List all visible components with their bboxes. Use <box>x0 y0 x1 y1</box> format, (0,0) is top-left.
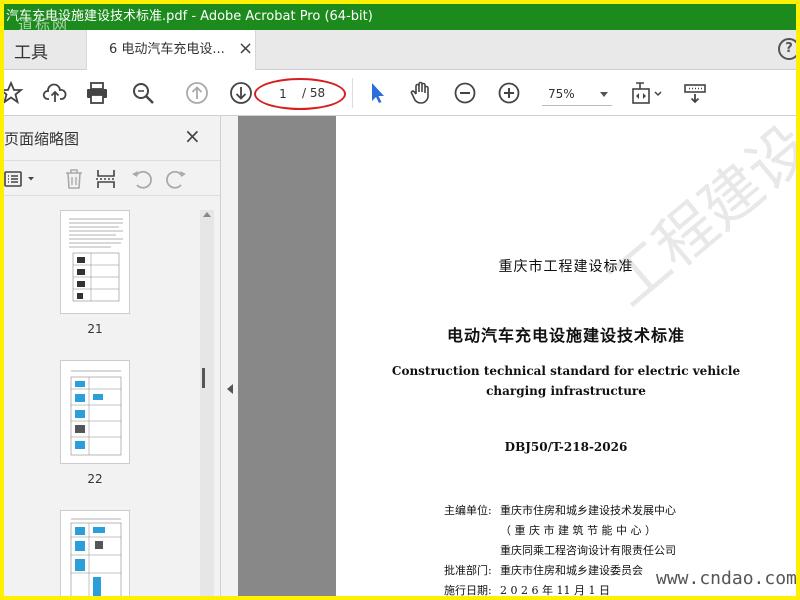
bookmark-star-icon[interactable] <box>4 80 24 106</box>
page-thumbnail[interactable] <box>60 210 130 314</box>
next-page-icon[interactable] <box>228 80 254 106</box>
keyboard-tool-icon[interactable] <box>682 80 708 106</box>
title-chinese: 电动汽车充电设施建设技术标准 <box>446 326 685 345</box>
zoom-out-icon[interactable] <box>452 80 478 106</box>
thumbnail-list: 21 22 <box>4 206 200 596</box>
tab-close-icon[interactable]: × <box>238 40 253 58</box>
print-icon[interactable] <box>84 80 110 106</box>
chevron-down-icon <box>600 92 608 97</box>
toolbar: / 58 75% <box>4 70 796 116</box>
upload-cloud-icon[interactable] <box>42 80 68 106</box>
delete-trash-icon[interactable] <box>62 167 86 191</box>
info-value: 重庆市住房和城乡建设委员会 <box>500 564 643 577</box>
info-label: 施行日期: <box>444 584 492 596</box>
options-menu-icon[interactable] <box>4 167 38 191</box>
thumbnail-panel: 页面缩略图 × 21 22 <box>4 116 220 596</box>
app-window: 汽车充电设施建设技术标准.pdf - Adobe Acrobat Pro (64… <box>4 4 796 596</box>
zoom-value: 75% <box>548 87 575 101</box>
search-zoom-icon[interactable] <box>130 80 156 106</box>
info-value: （ 重 庆 市 建 筑 节 能 中 心 ） <box>500 524 656 537</box>
help-icon[interactable]: ? <box>778 38 796 60</box>
rotate-left-icon[interactable] <box>130 167 154 191</box>
collapse-arrow-icon[interactable] <box>227 384 233 394</box>
prev-page-icon[interactable] <box>184 80 210 106</box>
page-fit-icon[interactable] <box>630 80 666 106</box>
panel-splitter[interactable] <box>220 116 238 596</box>
thumbnail-label: 22 <box>87 472 103 486</box>
info-value: 重庆市住房和城乡建设技术发展中心 <box>500 504 676 517</box>
site-url-watermark: www.cndao.com <box>656 568 797 589</box>
page-watermark: 工程建设 <box>594 116 796 321</box>
info-label: 批准部门: <box>444 564 492 577</box>
zoom-in-icon[interactable] <box>496 80 522 106</box>
tab-tools[interactable]: 工具 <box>14 38 48 63</box>
panel-close-icon[interactable]: × <box>184 124 201 148</box>
rotate-right-icon[interactable] <box>164 167 188 191</box>
panel-title: 页面缩略图 <box>4 130 80 148</box>
info-value: 2 0 2 6 年 11 月 1 日 <box>500 584 610 596</box>
title-bar: 汽车充电设施建设技术标准.pdf - Adobe Acrobat Pro (64… <box>4 4 796 30</box>
document-view[interactable]: 工程建设 重庆市工程建设标准 电动汽车充电设施建设技术标准 Constructi… <box>238 116 796 596</box>
thumbnail-label: 21 <box>87 322 103 336</box>
standard-organization: 重庆市工程建设标准 <box>498 259 634 275</box>
info-label: 主编单位: <box>444 504 492 517</box>
toolbar-divider <box>352 78 353 108</box>
extract-page-icon[interactable] <box>94 167 118 191</box>
pdf-page: 工程建设 重庆市工程建设标准 电动汽车充电设施建设技术标准 Constructi… <box>336 116 796 596</box>
red-annotation-circle <box>254 78 346 110</box>
page-thumbnail[interactable] <box>60 510 130 596</box>
page-thumbnail[interactable] <box>60 360 130 464</box>
title-english-line1: Construction technical standard for elec… <box>391 364 741 378</box>
panel-toolbar <box>4 160 220 196</box>
tab-bar: 工具 6 电动汽车充电设... × ? <box>4 30 796 70</box>
info-value: 重庆同乘工程咨询设计有限责任公司 <box>500 544 676 557</box>
select-cursor-icon[interactable] <box>364 80 390 106</box>
thumbnail-scrollbar[interactable] <box>200 210 214 596</box>
title-english-line2: charging infrastructure <box>486 384 646 398</box>
scroll-up-icon[interactable] <box>203 212 211 217</box>
standard-code: DBJ50/T-218-2026 <box>504 440 628 454</box>
tab-document[interactable]: 6 电动汽车充电设... <box>86 30 256 70</box>
scroll-thumb[interactable] <box>202 368 205 388</box>
hand-tool-icon[interactable] <box>408 80 434 106</box>
zoom-select[interactable]: 75% <box>542 82 612 106</box>
